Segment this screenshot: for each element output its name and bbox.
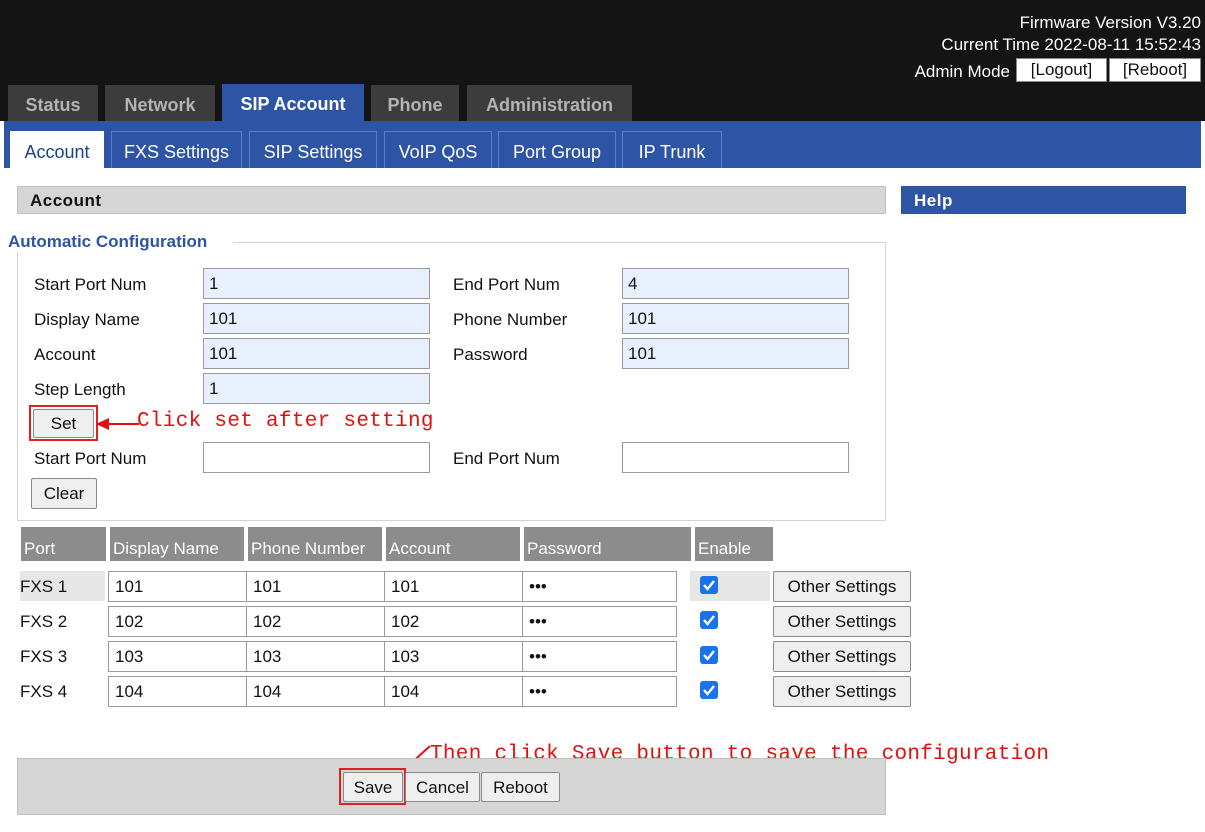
clear-start-port-input[interactable] [203,442,430,473]
step-length-label: Step Length [34,380,126,399]
row3-password-input[interactable]: ••• [522,641,677,672]
col-header-password: Password [524,527,691,561]
row1-enable-checkbox[interactable] [700,576,718,594]
clear-end-port-input[interactable] [622,442,849,473]
row4-other-settings-button[interactable]: Other Settings [773,676,911,707]
reboot-header-button[interactable]: [Reboot] [1109,58,1201,82]
subtab-fxs-settings[interactable]: FXS Settings [111,131,242,168]
row2-password-input[interactable]: ••• [522,606,677,637]
col-header-display-name: Display Name [110,527,244,561]
row2-port: FXS 2 [20,612,68,631]
subtab-voip-qos[interactable]: VoIP QoS [384,131,492,168]
arrow-set-annotation [96,418,139,430]
password-label: Password [453,345,528,364]
row3-account-input[interactable]: 103 [384,641,523,672]
row4-phone-number-input[interactable]: 104 [246,676,385,707]
tab-network[interactable]: Network [105,85,215,121]
row2-display-name-input[interactable]: 102 [108,606,247,637]
row2-enable-checkbox[interactable] [700,611,718,629]
account-label: Account [34,345,96,364]
row1-display-name-input[interactable]: 101 [108,571,247,602]
clear-start-port-label: Start Port Num [34,449,147,468]
col-header-enable: Enable [695,527,773,561]
current-time: Current Time 2022-08-11 15:52:43 [941,35,1201,54]
firmware-version: Firmware Version V3.20 [1019,13,1201,32]
row4-display-name-input[interactable]: 104 [108,676,247,707]
cancel-button[interactable]: Cancel [405,772,480,802]
row1-other-settings-button[interactable]: Other Settings [773,571,911,602]
clear-button[interactable]: Clear [31,478,97,509]
row2-other-settings-button[interactable]: Other Settings [773,606,911,637]
start-port-input[interactable]: 1 [203,268,430,299]
col-header-phone-number: Phone Number [248,527,382,561]
row4-password-input[interactable]: ••• [522,676,677,707]
row3-display-name-input[interactable]: 103 [108,641,247,672]
reboot-button[interactable]: Reboot [481,772,560,802]
sub-tab-bar: Account FXS Settings SIP Settings VoIP Q… [4,121,1201,168]
top-header: Firmware Version V3.20 Current Time 2022… [0,0,1205,121]
row3-enable-checkbox[interactable] [700,646,718,664]
logout-button[interactable]: [Logout] [1016,58,1107,82]
row1-port: FXS 1 [20,571,105,601]
clear-end-port-label: End Port Num [453,449,560,468]
row1-phone-number-input[interactable]: 101 [246,571,385,602]
end-port-label: End Port Num [453,275,560,294]
tab-administration[interactable]: Administration [467,85,632,121]
display-name-input[interactable]: 101 [203,303,430,334]
end-port-input[interactable]: 4 [622,268,849,299]
subtab-ip-trunk[interactable]: IP Trunk [622,131,722,168]
col-header-account: Account [386,527,520,561]
set-annotation-text: Click set after setting [137,410,434,433]
start-port-label: Start Port Num [34,275,147,294]
subtab-port-group[interactable]: Port Group [498,131,616,168]
step-length-input[interactable]: 1 [203,373,430,404]
admin-mode-label: Admin Mode [914,62,1010,81]
account-section-title: Account [17,186,886,214]
row3-port: FXS 3 [20,647,68,666]
tab-phone[interactable]: Phone [371,85,459,121]
row2-phone-number-input[interactable]: 102 [246,606,385,637]
row1-account-input[interactable]: 101 [384,571,523,602]
subtab-account[interactable]: Account [10,131,104,168]
row3-other-settings-button[interactable]: Other Settings [773,641,911,672]
auto-config-legend: Automatic Configuration [8,232,234,252]
row4-port: FXS 4 [20,682,68,701]
row1-password-input[interactable]: ••• [522,571,677,602]
account-input[interactable]: 101 [203,338,430,369]
row3-phone-number-input[interactable]: 103 [246,641,385,672]
tab-sip-account[interactable]: SIP Account [222,84,364,121]
help-section-title: Help [901,186,1186,214]
password-input[interactable]: 101 [622,338,849,369]
row4-enable-checkbox[interactable] [700,681,718,699]
phone-number-label: Phone Number [453,310,568,329]
subtab-sip-settings[interactable]: SIP Settings [249,131,377,168]
set-button[interactable]: Set [33,409,94,438]
save-button[interactable]: Save [343,772,403,802]
tab-status[interactable]: Status [8,85,98,121]
display-name-label: Display Name [34,310,140,329]
col-header-port: Port [21,527,106,561]
row2-account-input[interactable]: 102 [384,606,523,637]
row4-account-input[interactable]: 104 [384,676,523,707]
phone-number-input[interactable]: 101 [622,303,849,334]
